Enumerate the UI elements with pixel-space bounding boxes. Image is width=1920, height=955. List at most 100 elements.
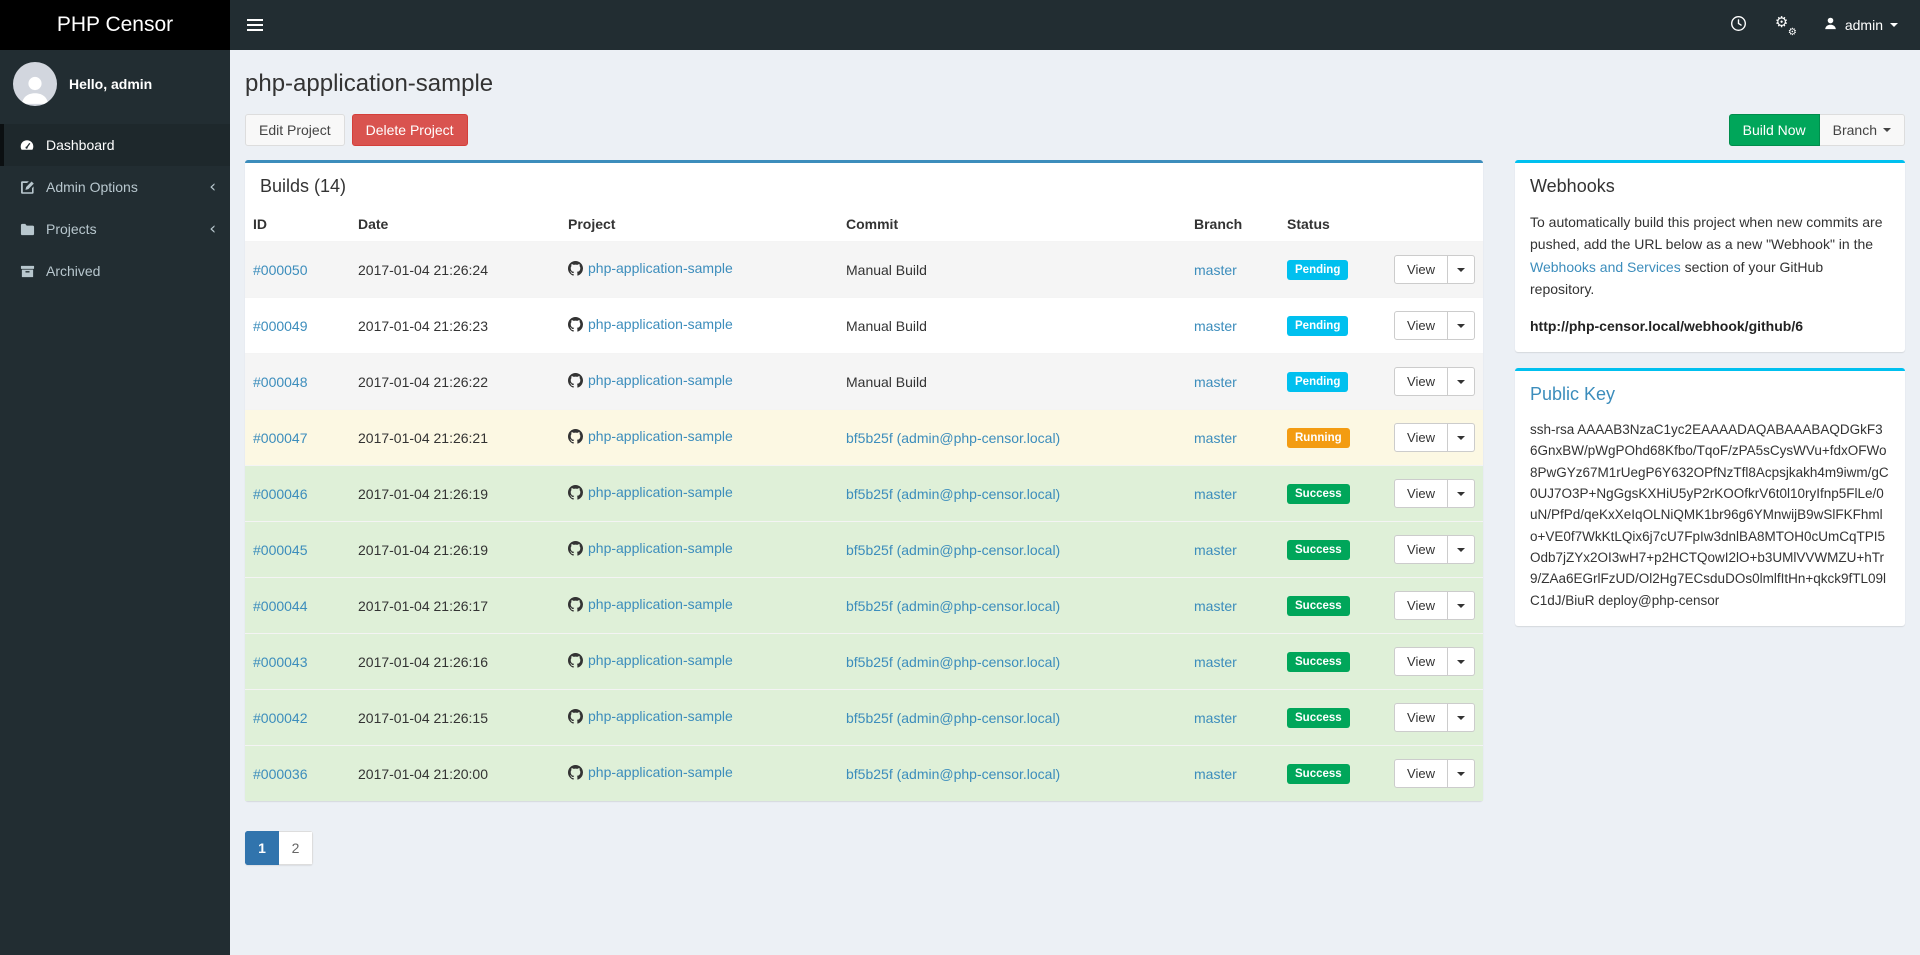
build-date: 2017-01-04 21:20:00 <box>358 765 488 782</box>
branch-link[interactable]: master <box>1194 486 1237 502</box>
table-row: #000045 2017-01-04 21:26:19 php-applicat… <box>245 521 1483 578</box>
view-dropdown-toggle[interactable] <box>1448 759 1475 788</box>
build-queue-button[interactable] <box>1716 0 1761 50</box>
project-link[interactable]: php-application-sample <box>588 708 733 724</box>
builds-table: ID Date Project Commit Branch Status #00… <box>245 207 1483 801</box>
sidebar-item-archived[interactable]: Archived <box>0 250 230 292</box>
branch-link[interactable]: master <box>1194 262 1237 278</box>
view-button[interactable]: View <box>1394 535 1448 564</box>
delete-project-button[interactable]: Delete Project <box>351 114 468 146</box>
status-badge: Success <box>1287 651 1350 672</box>
project-link[interactable]: php-application-sample <box>588 540 733 556</box>
sidebar-toggle-button[interactable] <box>230 0 280 50</box>
view-button[interactable]: View <box>1394 591 1448 620</box>
status-badge: Pending <box>1287 315 1349 336</box>
commit-link[interactable]: bf5b25f (admin@php-censor.local) <box>846 598 1060 614</box>
brand-logo[interactable]: PHP Censor <box>0 0 230 50</box>
view-dropdown-toggle[interactable] <box>1448 367 1475 396</box>
branch-link[interactable]: master <box>1194 598 1237 614</box>
view-dropdown-toggle[interactable] <box>1448 479 1475 508</box>
edit-icon <box>19 179 35 195</box>
build-id-link[interactable]: #000048 <box>253 374 308 390</box>
project-link[interactable]: php-application-sample <box>588 428 733 444</box>
project-link[interactable]: php-application-sample <box>588 596 733 612</box>
commit-link[interactable]: bf5b25f (admin@php-censor.local) <box>846 766 1060 782</box>
view-dropdown-toggle[interactable] <box>1448 311 1475 340</box>
sidebar-item-label: Archived <box>46 263 101 279</box>
caret-down-icon <box>1457 435 1465 440</box>
branch-link[interactable]: master <box>1194 766 1237 782</box>
sidebar-item-admin-options[interactable]: Admin Options ‹ <box>0 166 230 208</box>
project-link[interactable]: php-application-sample <box>588 316 733 332</box>
edit-project-button[interactable]: Edit Project <box>245 114 345 146</box>
status-badge: Success <box>1287 483 1350 504</box>
github-icon <box>568 260 583 276</box>
column-header-status: Status <box>1279 207 1374 242</box>
project-link[interactable]: php-application-sample <box>588 484 733 500</box>
view-dropdown-toggle[interactable] <box>1448 703 1475 732</box>
view-dropdown-toggle[interactable] <box>1448 647 1475 676</box>
build-now-button[interactable]: Build Now <box>1728 114 1820 146</box>
commit-link[interactable]: bf5b25f (admin@php-censor.local) <box>846 430 1060 446</box>
view-button[interactable]: View <box>1394 367 1448 396</box>
build-id-link[interactable]: #000045 <box>253 542 308 558</box>
view-button[interactable]: View <box>1394 647 1448 676</box>
table-row: #000046 2017-01-04 21:26:19 php-applicat… <box>245 465 1483 522</box>
settings-button[interactable]: ⚙ ⚙ <box>1761 0 1809 50</box>
project-link[interactable]: php-application-sample <box>588 260 733 276</box>
commit-link[interactable]: bf5b25f (admin@php-censor.local) <box>846 486 1060 502</box>
build-id-link[interactable]: #000036 <box>253 766 308 782</box>
project-link[interactable]: php-application-sample <box>588 372 733 388</box>
build-id-link[interactable]: #000043 <box>253 654 308 670</box>
build-id-link[interactable]: #000046 <box>253 486 308 502</box>
build-id-link[interactable]: #000047 <box>253 430 308 446</box>
view-button[interactable]: View <box>1394 423 1448 452</box>
pagination: 1 2 <box>245 831 313 865</box>
build-id-link[interactable]: #000050 <box>253 262 308 278</box>
view-dropdown-toggle[interactable] <box>1448 255 1475 284</box>
branch-link[interactable]: master <box>1194 318 1237 334</box>
archive-icon <box>19 263 35 279</box>
user-menu[interactable]: admin <box>1809 0 1908 50</box>
build-id-link[interactable]: #000042 <box>253 710 308 726</box>
column-header-actions <box>1374 207 1483 242</box>
view-button[interactable]: View <box>1394 479 1448 508</box>
view-button[interactable]: View <box>1394 311 1448 340</box>
webhooks-services-link[interactable]: Webhooks and Services <box>1530 259 1681 275</box>
pagination-page-1[interactable]: 1 <box>245 831 279 865</box>
status-badge: Success <box>1287 539 1350 560</box>
view-button[interactable]: View <box>1394 703 1448 732</box>
build-date: 2017-01-04 21:26:22 <box>358 373 488 390</box>
builds-panel-title: Builds (14) <box>260 176 347 196</box>
webhook-url: http://php-censor.local/webhook/github/6 <box>1530 317 1803 334</box>
commit-link[interactable]: bf5b25f (admin@php-censor.local) <box>846 542 1060 558</box>
chevron-left-icon: ‹ <box>209 219 216 239</box>
branch-link[interactable]: master <box>1194 542 1237 558</box>
branch-link[interactable]: master <box>1194 654 1237 670</box>
project-link[interactable]: php-application-sample <box>588 652 733 668</box>
branch-label: Branch <box>1832 122 1877 138</box>
commit-link[interactable]: bf5b25f (admin@php-censor.local) <box>846 710 1060 726</box>
view-button[interactable]: View <box>1394 759 1448 788</box>
pagination-page-2[interactable]: 2 <box>279 831 313 865</box>
sidebar-item-projects[interactable]: Projects ‹ <box>0 208 230 250</box>
project-link[interactable]: php-application-sample <box>588 764 733 780</box>
view-dropdown-toggle[interactable] <box>1448 535 1475 564</box>
branch-link[interactable]: master <box>1194 430 1237 446</box>
branch-link[interactable]: master <box>1194 374 1237 390</box>
sidebar-item-dashboard[interactable]: Dashboard <box>0 124 230 166</box>
commit-link: Manual Build <box>846 317 927 334</box>
view-button[interactable]: View <box>1394 255 1448 284</box>
branch-link[interactable]: master <box>1194 710 1237 726</box>
app-window: PHP Censor ⚙ ⚙ admin Hello, admin Dashbo… <box>0 0 1920 955</box>
status-badge: Success <box>1287 707 1350 728</box>
build-id-link[interactable]: #000049 <box>253 318 308 334</box>
view-dropdown-toggle[interactable] <box>1448 591 1475 620</box>
commit-link[interactable]: bf5b25f (admin@php-censor.local) <box>846 654 1060 670</box>
navbar-right: ⚙ ⚙ admin <box>1716 0 1920 50</box>
view-dropdown-toggle[interactable] <box>1448 423 1475 452</box>
branch-dropdown-button[interactable]: Branch <box>1819 114 1905 146</box>
github-icon <box>568 652 583 668</box>
build-id-link[interactable]: #000044 <box>253 598 308 614</box>
github-icon <box>568 428 583 444</box>
